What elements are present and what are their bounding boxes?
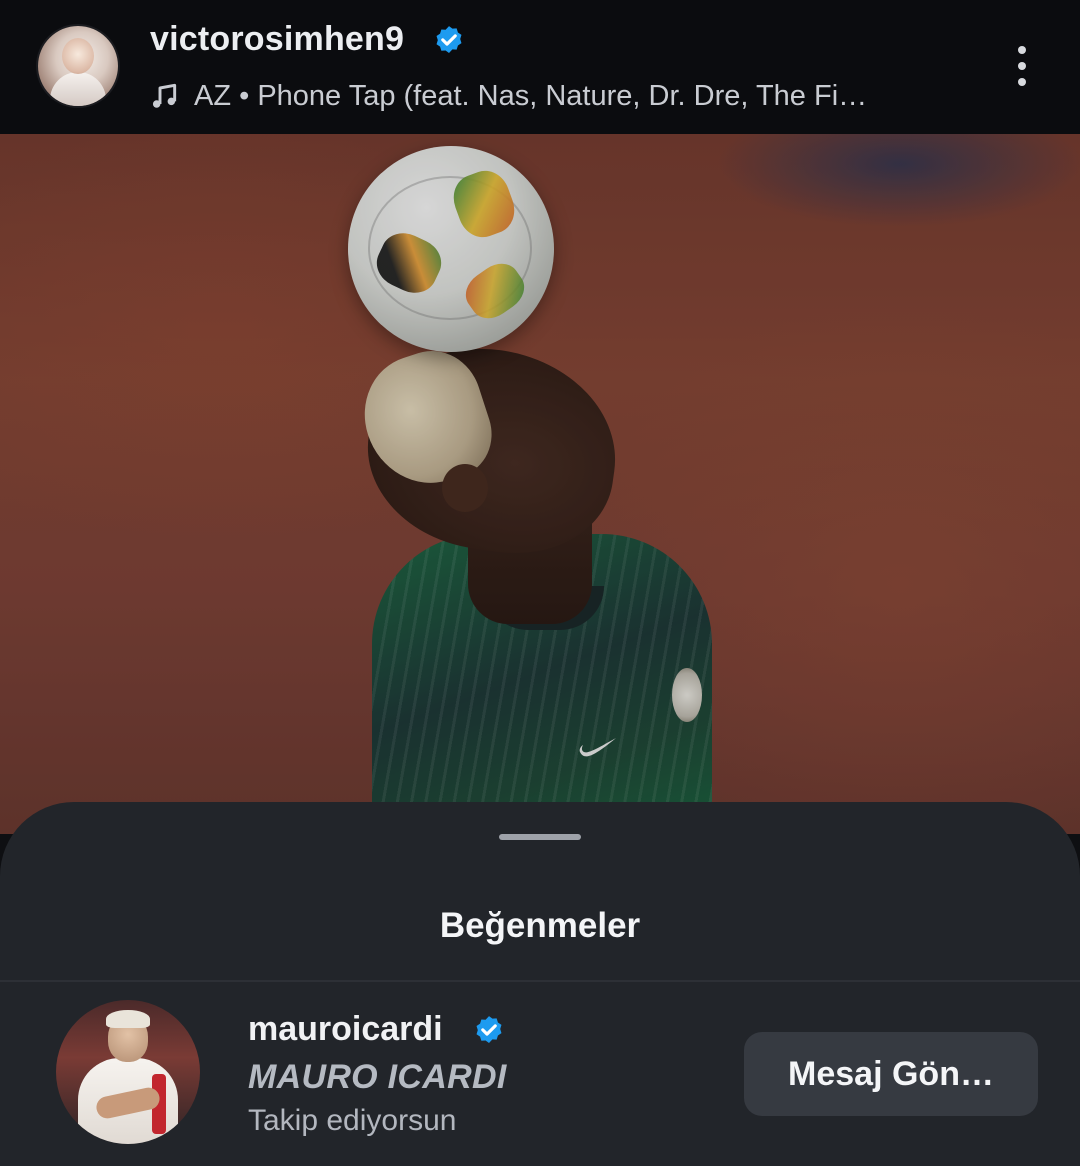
list-item[interactable]: mauroicardi MAURO ICARDI Takip ediyorsun… — [0, 984, 1080, 1166]
avatar-photo-shirt — [50, 72, 106, 106]
likes-sheet: Beğenmeler mauroicardi MAURO ICARDI Taki… — [0, 802, 1080, 1166]
more-options-icon[interactable] — [1004, 40, 1040, 92]
verified-badge-icon — [476, 1016, 502, 1044]
post-header: victorosimhen9 AZ • Phone Tap (feat. Nas… — [0, 0, 1080, 134]
music-note-icon — [152, 83, 177, 108]
verified-badge-icon — [436, 26, 462, 54]
liker-username[interactable]: mauroicardi — [248, 1010, 443, 1049]
more-dot — [1018, 78, 1026, 86]
follow-status: Takip ediyorsun — [248, 1104, 457, 1137]
avatar-hair — [106, 1010, 150, 1028]
sheet-title: Beğenmeler — [439, 906, 641, 945]
author-avatar[interactable] — [38, 26, 118, 106]
sheet-drag-handle[interactable] — [499, 834, 581, 840]
more-dot — [1018, 62, 1026, 70]
liker-full-name: MAURO ICARDI — [248, 1058, 507, 1096]
sheet-divider — [0, 980, 1080, 982]
avatar[interactable] — [56, 1000, 200, 1144]
avatar-photo-face — [62, 38, 94, 74]
photo-dim-overlay — [0, 134, 1080, 834]
author-username[interactable]: victorosimhen9 — [150, 20, 404, 59]
music-text: AZ • Phone Tap (feat. Nas, Nature, Dr. D… — [194, 79, 868, 112]
send-message-button[interactable]: Mesaj Gön… — [744, 1032, 1038, 1116]
music-attribution[interactable]: AZ • Phone Tap (feat. Nas, Nature, Dr. D… — [148, 76, 867, 116]
post-photo[interactable] — [0, 134, 1080, 834]
more-dot — [1018, 46, 1026, 54]
